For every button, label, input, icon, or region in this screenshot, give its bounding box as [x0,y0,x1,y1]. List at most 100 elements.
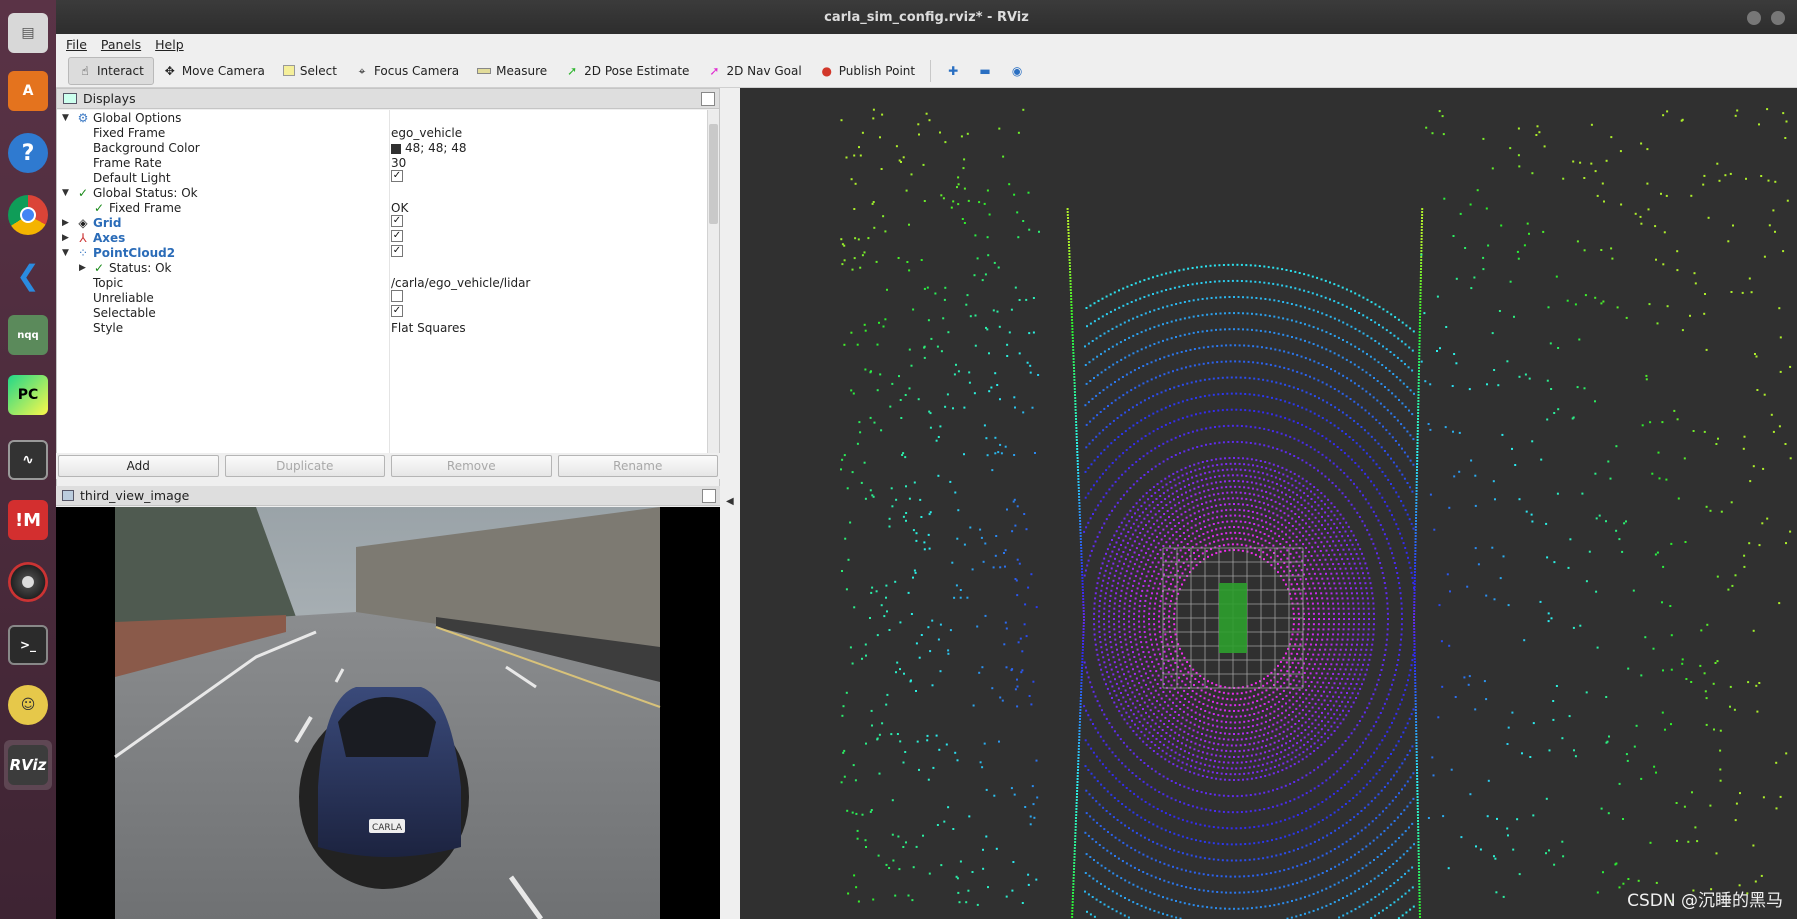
default-light-checkbox[interactable]: ✓ [391,170,403,182]
menu-panels[interactable]: Panels [101,37,141,52]
license-plate: CARLA [372,823,403,833]
unreliable-checkbox[interactable] [391,290,403,302]
add-tool-button[interactable]: ✚ [937,57,969,85]
maximize-button[interactable] [1771,11,1785,25]
hand-icon: ☝ [81,63,89,78]
carla-scene: CARLA [114,507,661,919]
tree-row-style[interactable]: Style Flat Squares [57,320,707,337]
tool-label: 2D Pose Estimate [584,63,690,78]
tool-measure[interactable]: Measure [468,57,556,85]
tool-label: Focus Camera [373,63,460,78]
gazebo-launcher[interactable]: ☺ [4,680,52,730]
pointcloud2-checkbox[interactable]: ✓ [391,245,403,257]
scrollbar-thumb[interactable] [709,124,718,224]
row-label: Fixed Frame [109,201,182,215]
app-launcher-im[interactable]: !M [4,495,52,545]
row-label: PointCloud2 [93,246,176,260]
minimize-button[interactable] [1747,11,1761,25]
ego-vehicle-box [1219,583,1247,653]
tool-interact[interactable]: ☝ Interact [68,56,154,85]
window-titlebar: carla_sim_config.rviz* - RViz [56,0,1797,34]
window-title: carla_sim_config.rviz* - RViz [824,10,1029,25]
disk-icon [8,562,48,602]
tool-label: Select [299,63,337,78]
panel-close-button[interactable] [702,489,716,503]
style-value[interactable]: Flat Squares [391,320,466,337]
displays-title: Displays [83,91,136,106]
green-arrow-icon: ➚ [567,63,578,78]
eye-icon: ◉ [1011,63,1023,78]
selectable-checkbox[interactable]: ✓ [391,305,403,317]
terminal-launcher[interactable]: >_ [4,620,52,670]
add-button[interactable]: Add [58,455,219,477]
monitor-launcher[interactable]: ∿ [4,435,52,485]
disk-launcher[interactable] [4,557,52,607]
view-dropdown-button[interactable]: ◉ [1001,57,1033,85]
tool-label: Publish Point [838,63,916,78]
tool-publish-point[interactable]: ● Publish Point [811,57,924,85]
tool-label: Move Camera [181,63,265,78]
help-launcher[interactable]: ? [4,128,52,178]
software-center-launcher[interactable]: A [4,66,52,116]
files-launcher[interactable]: ▤ [4,8,52,58]
minus-icon: ▬ [979,63,991,78]
pycharm-icon: PC [8,375,48,415]
app-launcher-nqq[interactable]: nqq [4,310,52,360]
help-icon: ? [8,133,48,173]
remove-tool-button[interactable]: ▬ [969,57,1001,85]
vscode-launcher[interactable]: ❮ [4,250,52,300]
toolbar-separator [930,59,932,82]
pointcloud-canvas[interactable] [740,88,1797,919]
tool-bar: ☝ Interact ✥ Move Camera Select ⌖ Focus Cam… [56,54,1797,88]
rviz-launcher[interactable]: RViz [4,740,52,790]
menu-bar: File Panels Help [56,34,1797,54]
terminal-icon: >_ [8,625,48,665]
tool-move-camera[interactable]: ✥ Move Camera [154,57,274,85]
tool-2d-nav-goal[interactable]: ➚ 2D Nav Goal [698,57,810,85]
duplicate-button[interactable]: Duplicate [224,455,385,477]
collapse-left-icon[interactable]: ◀ [726,496,734,507]
chrome-icon [8,195,48,235]
file-cabinet-icon: ▤ [8,13,48,53]
rename-button[interactable]: Rename [557,455,718,477]
tool-select[interactable]: Select [274,57,346,85]
remove-button[interactable]: Remove [391,455,552,477]
row-label: Status: Ok [109,261,172,275]
pycharm-launcher[interactable]: PC [4,370,52,420]
displays-tree[interactable]: ▼ ⚙ Global Options Fixed Frame ego_vehicl… [57,110,707,458]
grid-checkbox[interactable]: ✓ [391,215,403,227]
camera-image: CARLA [56,507,720,919]
axes-checkbox[interactable]: ✓ [391,230,403,242]
launcher-bar: ▤ A ? ❮ nqq PC ∿ !M >_ ☺ RViz [0,0,56,919]
displays-button-row: Add Duplicate Remove Rename [56,453,720,479]
menu-file[interactable]: File [66,37,87,52]
row-label: Axes [93,231,126,245]
tree-scrollbar[interactable] [707,110,719,458]
notepadqq-icon: nqq [8,315,48,355]
image-panel: third_view_image CARLA [56,486,720,919]
watermark-text: CSDN @沉睡的黑马 [1627,891,1783,911]
panel-splitter[interactable]: ◀ [720,88,740,919]
menu-help[interactable]: Help [155,37,184,52]
crosshair-icon: ⌖ [358,63,366,78]
image-panel-title: third_view_image [80,488,190,503]
render-3d-view[interactable]: CSDN @沉睡的黑马 [740,88,1797,919]
panel-close-button[interactable] [701,92,715,106]
image-panel-header: third_view_image [56,486,720,506]
pin-icon: ● [821,63,832,78]
displays-header: Displays [57,89,719,109]
tool-label: Interact [97,63,144,78]
tool-label: 2D Nav Goal [726,63,802,78]
shopping-bag-icon: A [8,71,48,111]
vscode-icon: ❮ [16,258,40,292]
row-label: Global Options [93,111,182,125]
tool-focus-camera[interactable]: ⌖ Focus Camera [346,57,468,85]
tool-2d-pose-estimate[interactable]: ➚ 2D Pose Estimate [556,57,698,85]
tool-label: Measure [496,63,548,78]
chrome-launcher[interactable] [4,190,52,240]
rviz-icon: RViz [8,745,48,785]
row-label: Global Status: Ok [93,186,198,200]
system-monitor-icon: ∿ [8,440,48,480]
select-box-icon [282,65,295,76]
plus-icon: ✚ [948,63,959,78]
